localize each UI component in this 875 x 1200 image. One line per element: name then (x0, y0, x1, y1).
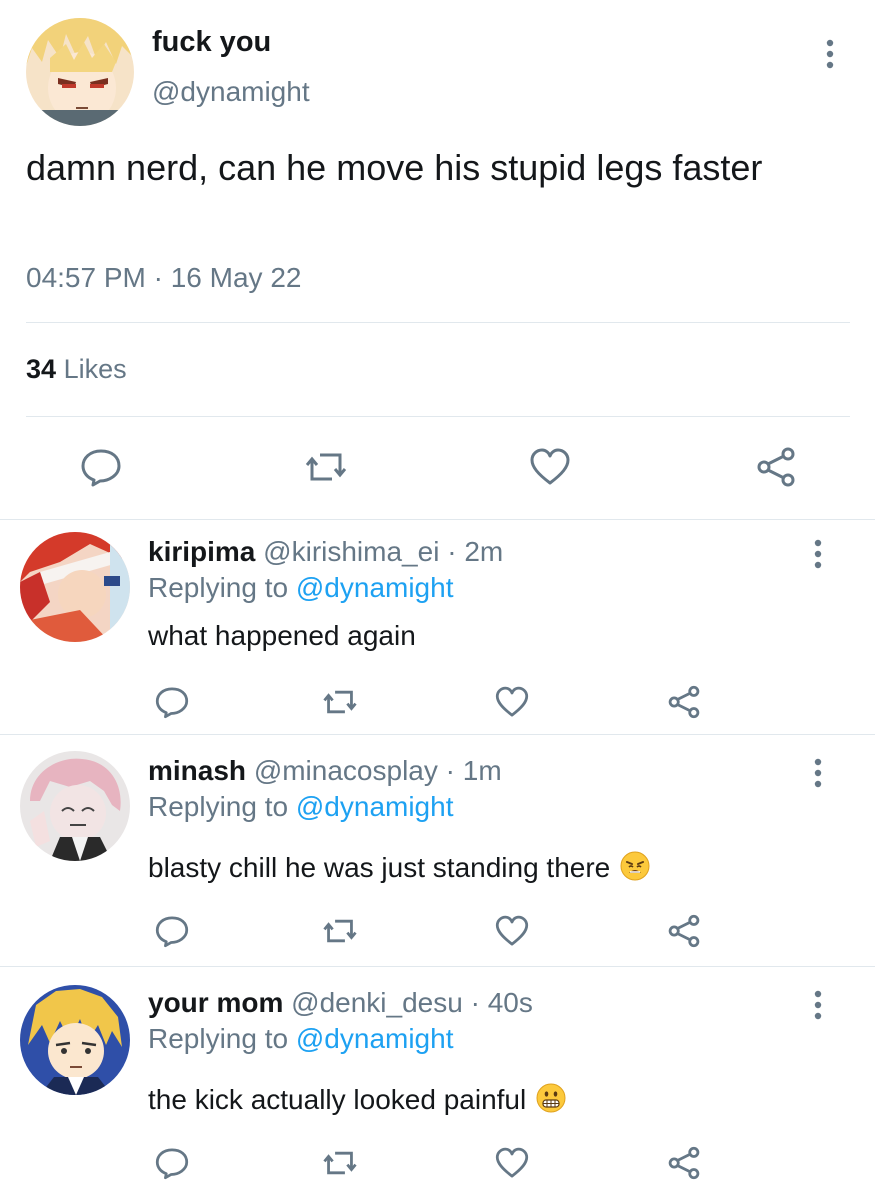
share-icon[interactable] (660, 678, 708, 726)
reply-author-handle[interactable]: @minacosplay (254, 755, 438, 786)
heart-icon[interactable] (488, 907, 536, 955)
replying-to: Replying to @dynamight (148, 1023, 453, 1055)
reply-author-name[interactable]: minash (148, 755, 246, 786)
divider (26, 416, 850, 417)
avatar[interactable] (20, 751, 130, 861)
main-tweet: fuck you @dynamight damn nerd, can he mo… (0, 0, 875, 520)
replying-to: Replying to @dynamight (148, 791, 453, 823)
tweet-timestamp[interactable]: 04:57 PM · 16 May 22 (26, 262, 301, 294)
reply-text: the kick actually looked painful (148, 1084, 527, 1115)
separator: · (470, 987, 480, 1018)
replying-handle-link[interactable]: @dynamight (296, 1023, 454, 1054)
replying-label: Replying to (148, 572, 289, 603)
likes-label: Likes (63, 354, 127, 384)
grimacing-face-emoji-icon (536, 1083, 566, 1120)
divider (26, 322, 850, 323)
more-options-icon[interactable] (818, 36, 842, 72)
share-icon[interactable] (660, 907, 708, 955)
reply-header: kiripima @kirishima_ei · 2m (148, 536, 503, 568)
reply-icon[interactable] (148, 1139, 196, 1187)
author-handle[interactable]: @dynamight (152, 76, 310, 108)
reply-tweet: kiripima @kirishima_ei · 2m Replying to … (0, 520, 875, 734)
reply-time[interactable]: 2m (464, 536, 503, 567)
retweet-icon[interactable] (316, 678, 364, 726)
avatar[interactable] (20, 985, 130, 1095)
reply-tweet: your mom @denki_desu · 40s Replying to @… (0, 967, 875, 1200)
reply-text-row: the kick actually looked painful (148, 1083, 566, 1120)
retweet-icon[interactable] (302, 443, 350, 491)
reply-author-handle[interactable]: @denki_desu (291, 987, 463, 1018)
reply-text: what happened again (148, 620, 416, 651)
weary-face-emoji-icon (620, 851, 650, 888)
separator: · (445, 755, 455, 786)
heart-icon[interactable] (526, 443, 574, 491)
heart-icon[interactable] (488, 1139, 536, 1187)
share-icon[interactable] (660, 1139, 708, 1187)
author-name[interactable]: fuck you (152, 26, 271, 59)
avatar[interactable] (20, 532, 130, 642)
replying-to: Replying to @dynamight (148, 572, 453, 604)
tweet-text: damn nerd, can he move his stupid legs f… (26, 147, 763, 188)
replying-label: Replying to (148, 791, 289, 822)
share-icon[interactable] (752, 443, 800, 491)
reply-icon[interactable] (77, 443, 125, 491)
likes-count: 34 (26, 354, 57, 384)
separator: · (447, 536, 457, 567)
reply-text: blasty chill he was just standing there (148, 852, 611, 883)
reply-time[interactable]: 1m (463, 755, 502, 786)
reply-icon[interactable] (148, 678, 196, 726)
replying-label: Replying to (148, 1023, 289, 1054)
reply-header: your mom @denki_desu · 40s (148, 987, 533, 1019)
more-options-icon[interactable] (806, 987, 830, 1023)
avatar[interactable] (26, 18, 134, 126)
reply-author-name[interactable]: kiripima (148, 536, 255, 567)
reply-tweet: minash @minacosplay · 1m Replying to @dy… (0, 735, 875, 966)
replying-handle-link[interactable]: @dynamight (296, 791, 454, 822)
reply-author-handle[interactable]: @kirishima_ei (263, 536, 439, 567)
reply-header: minash @minacosplay · 1m (148, 755, 502, 787)
heart-icon[interactable] (488, 678, 536, 726)
retweet-icon[interactable] (316, 1139, 364, 1187)
more-options-icon[interactable] (806, 536, 830, 572)
reply-time[interactable]: 40s (488, 987, 533, 1018)
retweet-icon[interactable] (316, 907, 364, 955)
likes-count-row[interactable]: 34 Likes (26, 354, 127, 385)
reply-author-name[interactable]: your mom (148, 987, 283, 1018)
more-options-icon[interactable] (806, 755, 830, 791)
replying-handle-link[interactable]: @dynamight (296, 572, 454, 603)
reply-text-row: blasty chill he was just standing there (148, 851, 650, 888)
reply-icon[interactable] (148, 907, 196, 955)
